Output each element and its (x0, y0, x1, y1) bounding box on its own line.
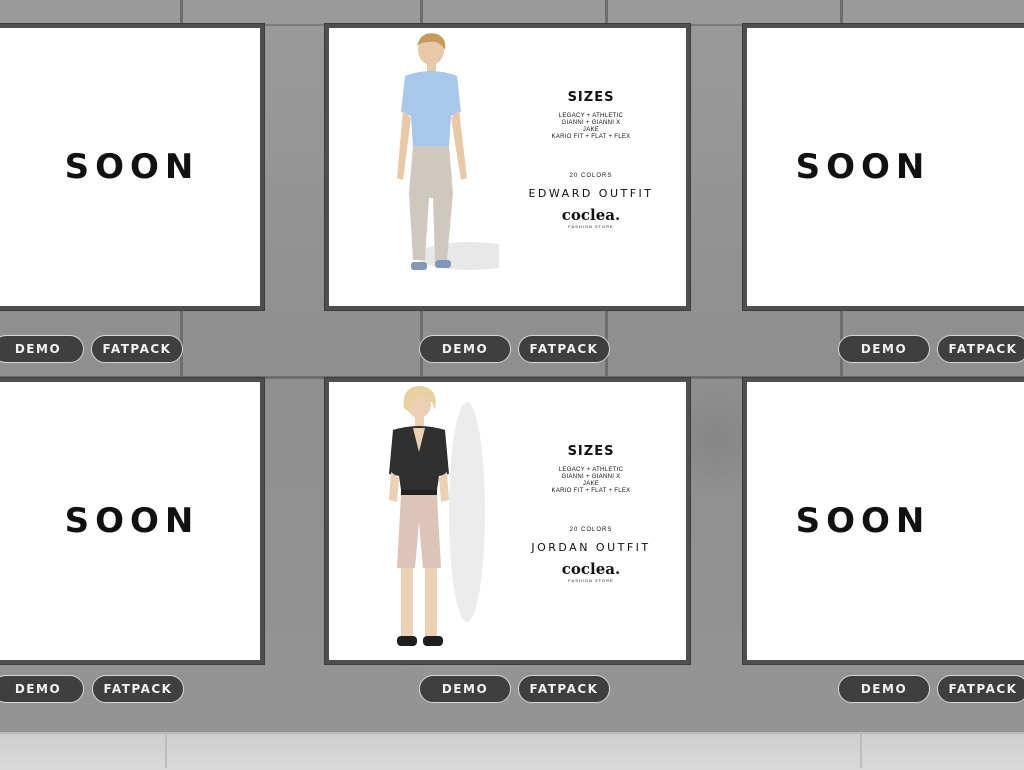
fatpack-button[interactable]: FATPACK (937, 335, 1024, 363)
floor (0, 732, 1024, 770)
brand-subtitle: FASHION STORE (568, 578, 614, 583)
outfit-name: EDWARD OUTFIT (528, 187, 654, 200)
soon-label: SOON (64, 147, 200, 187)
sizes-line: KARIO FIT + FLAT + FLEX (551, 134, 631, 140)
soon-label: SOON (795, 501, 931, 541)
sizes-title: SIZES (567, 90, 615, 105)
soon-poster-top-left: SOON (0, 24, 264, 310)
soon-poster-bottom-left: SOON (0, 378, 264, 664)
product-poster-jordan: SIZES LEGACY + ATHLETIC GIANNI + GIANNI … (325, 378, 690, 664)
outfit-name: JORDAN OUTFIT (531, 541, 651, 554)
demo-button[interactable]: DEMO (838, 675, 930, 703)
sizes-line: LEGACY + ATHLETIC (558, 113, 624, 119)
sizes-line: LEGACY + ATHLETIC (558, 467, 624, 473)
sizes-line: JAKE (582, 481, 600, 487)
fatpack-button[interactable]: FATPACK (91, 335, 183, 363)
sizes-line: GIANNI + GIANNI X (561, 474, 621, 480)
demo-button[interactable]: DEMO (0, 335, 84, 363)
brand-logo: coclea. (561, 206, 621, 224)
brand-logo: coclea. (561, 560, 621, 578)
fatpack-button[interactable]: FATPACK (92, 675, 184, 703)
sizes-title: SIZES (567, 444, 615, 459)
product-info-jordan: SIZES LEGACY + ATHLETIC GIANNI + GIANNI … (496, 444, 686, 583)
brand-subtitle: FASHION STORE (568, 224, 614, 229)
demo-button[interactable]: DEMO (0, 675, 84, 703)
demo-button[interactable]: DEMO (838, 335, 930, 363)
soon-label: SOON (795, 147, 931, 187)
soon-poster-top-right: SOON (743, 24, 1024, 310)
fatpack-button[interactable]: FATPACK (518, 675, 610, 703)
fatpack-button[interactable]: FATPACK (518, 335, 610, 363)
sizes-line: KARIO FIT + FLAT + FLEX (551, 488, 631, 494)
sizes-line: GIANNI + GIANNI X (561, 120, 621, 126)
soon-label: SOON (64, 501, 200, 541)
avatar-jordan-figure (389, 386, 485, 646)
fatpack-button[interactable]: FATPACK (937, 675, 1024, 703)
demo-button[interactable]: DEMO (419, 335, 511, 363)
demo-button[interactable]: DEMO (419, 675, 511, 703)
sizes-line: JAKE (582, 127, 600, 133)
product-poster-edward: SIZES LEGACY + ATHLETIC GIANNI + GIANNI … (325, 24, 690, 310)
soon-poster-bottom-right: SOON (743, 378, 1024, 664)
avatar-edward-figure (397, 33, 499, 270)
product-info-edward: SIZES LEGACY + ATHLETIC GIANNI + GIANNI … (496, 90, 686, 229)
